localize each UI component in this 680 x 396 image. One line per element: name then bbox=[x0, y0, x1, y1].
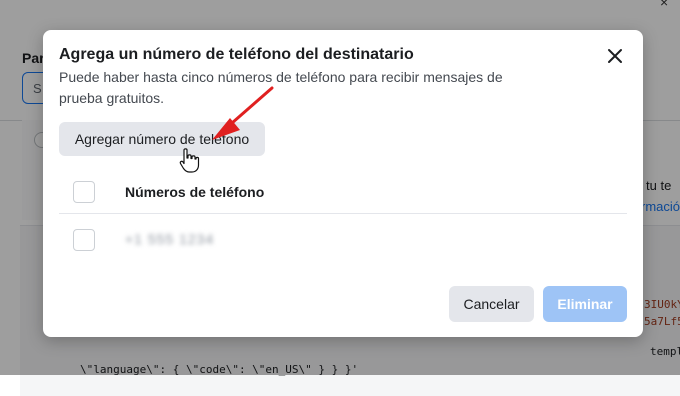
add-recipient-phone-dialog: Agrega un número de teléfono del destina… bbox=[43, 30, 643, 337]
select-all-checkbox[interactable] bbox=[73, 181, 95, 203]
phone-number-redacted: +1 555 1234 bbox=[125, 231, 215, 247]
add-phone-number-button[interactable]: Agregar número de teléfono bbox=[59, 122, 265, 156]
dialog-title: Agrega un número de teléfono del destina… bbox=[59, 46, 414, 63]
close-button[interactable] bbox=[603, 44, 627, 68]
delete-button[interactable]: Eliminar bbox=[543, 286, 627, 322]
close-icon bbox=[608, 49, 622, 63]
table-row: +1 555 1234 bbox=[59, 214, 627, 262]
column-header-phone-numbers: Números de teléfono bbox=[125, 184, 265, 200]
row-checkbox[interactable] bbox=[73, 229, 95, 251]
phone-table-header: Números de teléfono bbox=[59, 173, 627, 214]
dialog-subtitle: Puede haber hasta cinco números de teléf… bbox=[59, 69, 503, 106]
cancel-button[interactable]: Cancelar bbox=[449, 286, 534, 322]
